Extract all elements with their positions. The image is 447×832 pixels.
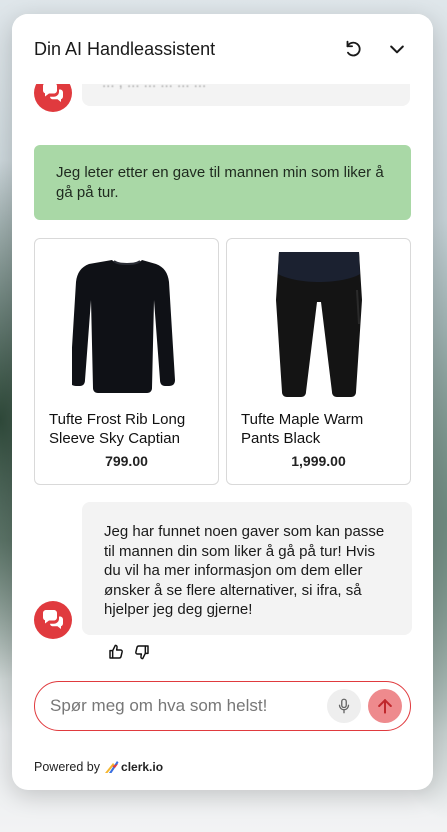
long-sleeve-shirt-image — [71, 260, 175, 393]
assistant-message: Jeg har funnet noen gaver som kan passe … — [82, 502, 412, 635]
voice-input-button[interactable] — [327, 689, 361, 723]
refresh-icon — [346, 40, 361, 57]
collapse-chat-button[interactable] — [384, 36, 410, 62]
product-image — [227, 249, 410, 399]
thumbs-up-icon — [109, 644, 123, 659]
product-card[interactable]: Tufte Maple Warm Pants Black 1,999.00 — [226, 238, 411, 485]
message-list[interactable]: ... , ... ... ... ... ... Jeg leter ette… — [12, 84, 433, 678]
clerk-brand-text: clerk.io — [121, 760, 164, 774]
product-image — [35, 249, 218, 399]
previous-message-text: ... , ... ... ... ... ... — [102, 84, 206, 91]
product-card[interactable]: Tufte Frost Rib Long Sleeve Sky Captian … — [34, 238, 219, 485]
product-name: Tufte Frost Rib Long Sleeve Sky Captian — [49, 411, 186, 447]
message-input[interactable] — [50, 693, 320, 719]
chevron-down-icon — [390, 45, 404, 54]
clerk-logo[interactable]: clerk.io — [104, 760, 163, 774]
thumbs-down-icon — [135, 645, 149, 660]
thumbs-up-button[interactable] — [106, 642, 126, 662]
assistant-avatar — [34, 601, 72, 639]
reset-chat-button[interactable] — [340, 36, 366, 62]
product-price: 1,999.00 — [291, 453, 346, 469]
microphone-icon — [338, 698, 350, 714]
product-name: Tufte Maple Warm Pants Black — [241, 411, 364, 447]
clerk-logo-icon — [105, 761, 119, 773]
arrow-up-icon — [378, 699, 392, 714]
chat-header: Din AI Handleassistent — [12, 14, 433, 84]
pants-image — [275, 252, 362, 397]
powered-by-footer: Powered by clerk.io — [34, 760, 163, 774]
chat-bubbles-icon — [43, 84, 63, 102]
powered-by-label: Powered by — [34, 760, 101, 774]
send-button[interactable] — [368, 689, 402, 723]
assistant-avatar — [34, 84, 72, 112]
product-price: 799.00 — [105, 453, 148, 469]
user-message: Jeg leter etter en gave til mannen min s… — [34, 145, 411, 220]
message-input-bar — [34, 681, 411, 731]
chat-title: Din AI Handleassistent — [34, 39, 216, 59]
chat-widget: Din AI Handleassistent ... , ... ... ...… — [12, 14, 433, 790]
chat-bubbles-icon — [43, 610, 63, 629]
previous-assistant-message: ... , ... ... ... ... ... — [82, 84, 410, 106]
thumbs-down-button[interactable] — [132, 642, 152, 662]
